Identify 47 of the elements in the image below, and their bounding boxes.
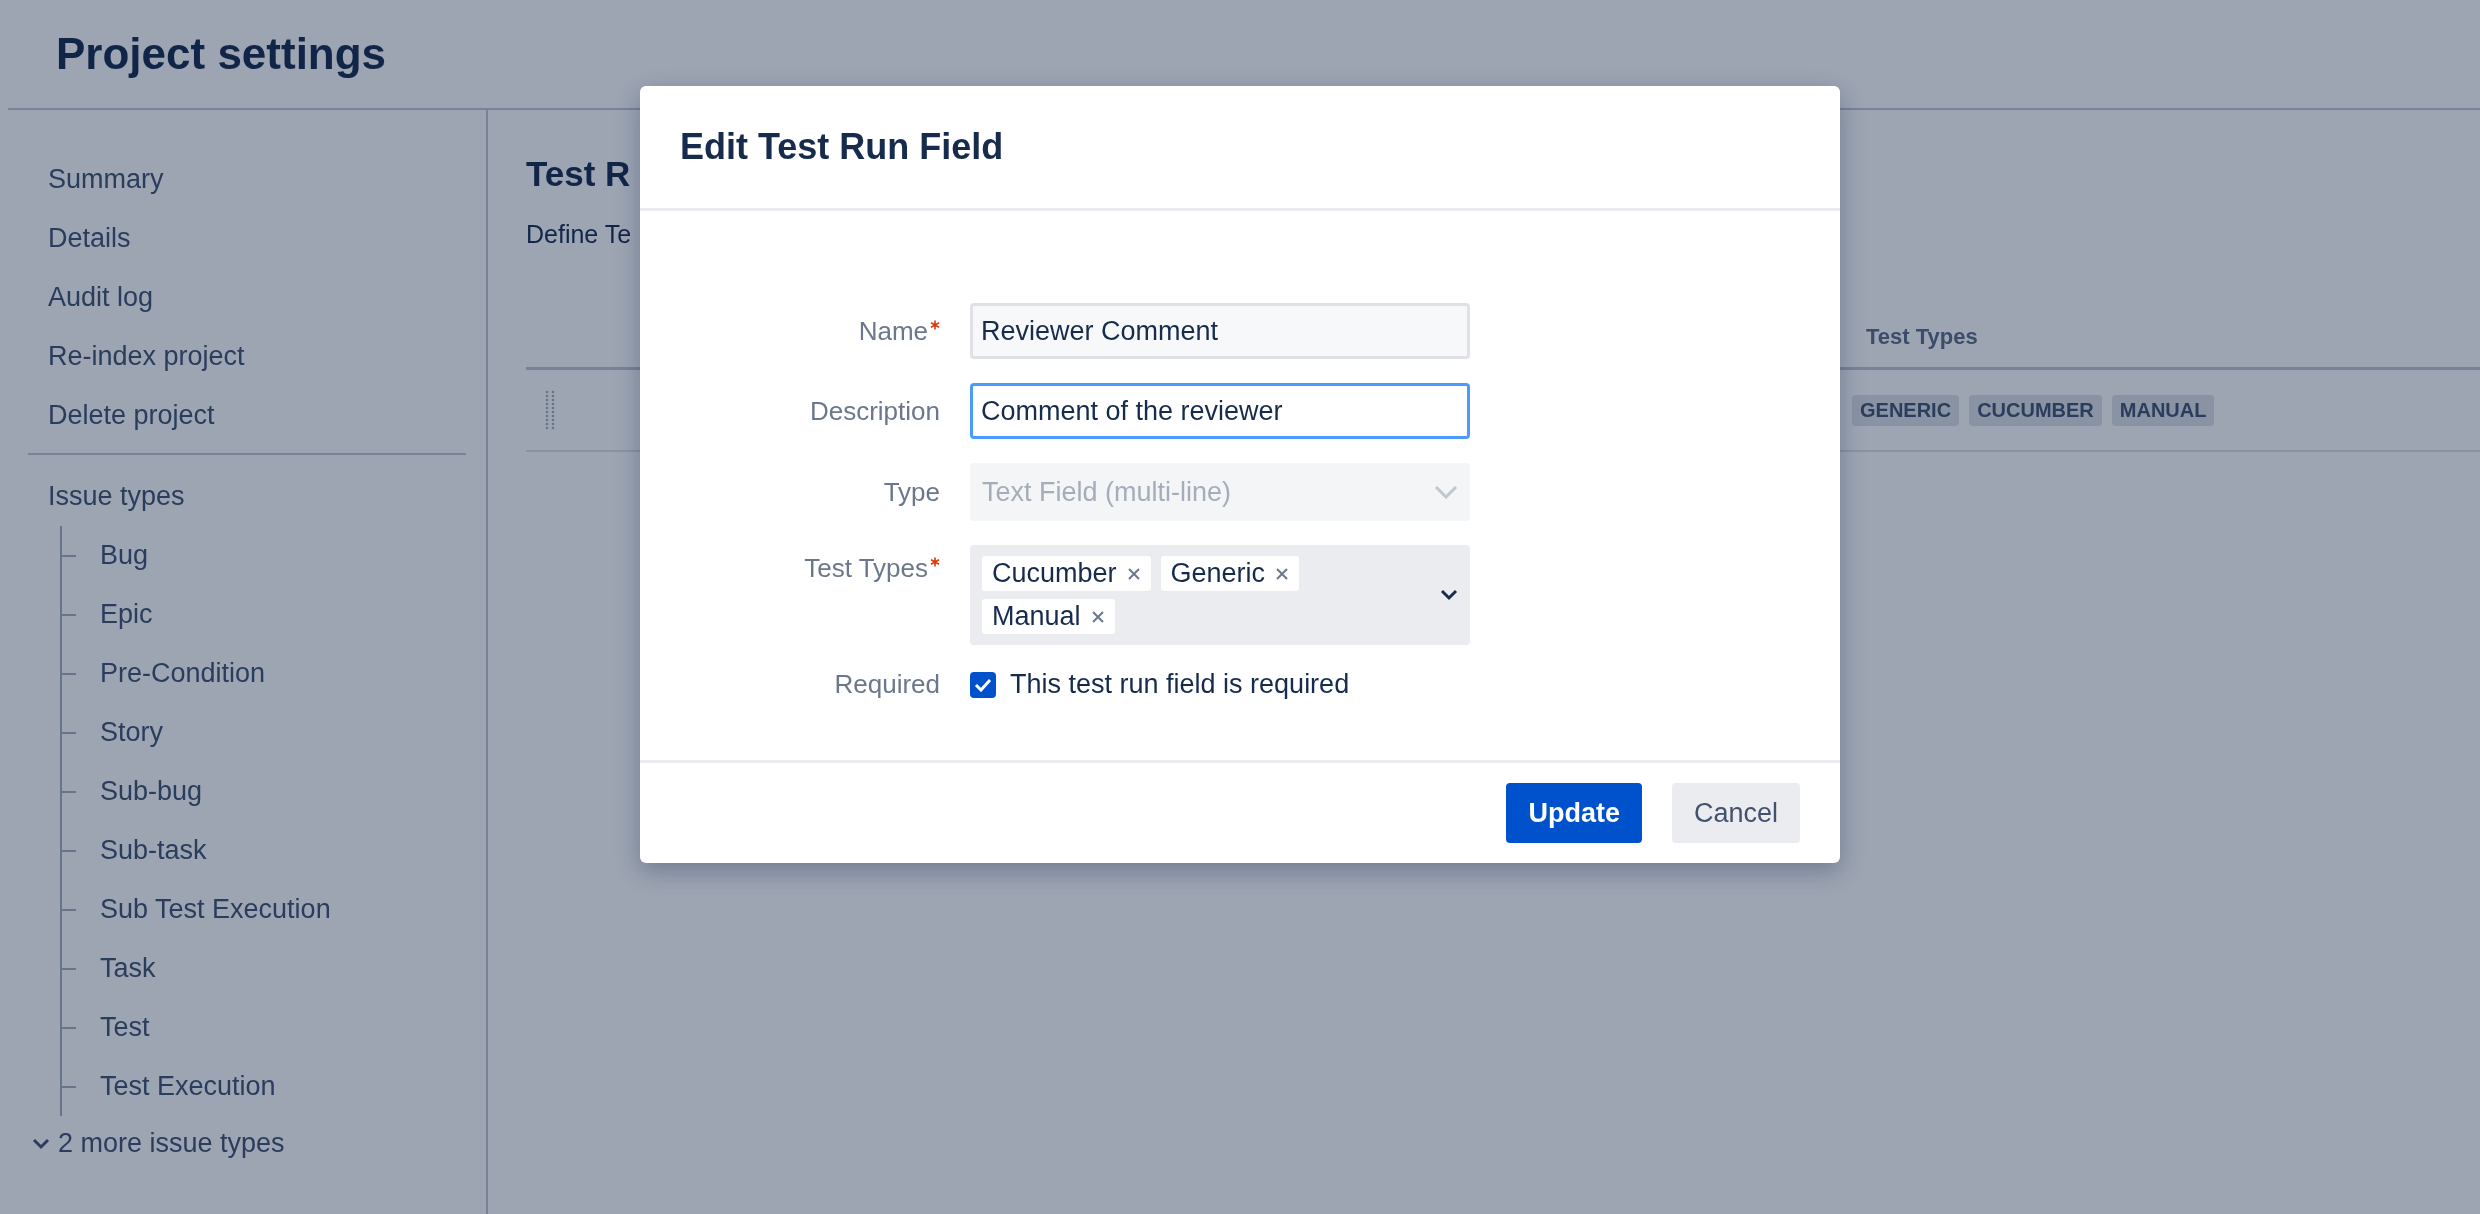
close-icon[interactable] [1126, 566, 1141, 581]
field-label: Required [834, 669, 940, 700]
sidebar-item[interactable]: Re-index project [28, 327, 466, 386]
text-field[interactable]: Reviewer Comment [970, 303, 1470, 359]
checkbox[interactable] [970, 671, 996, 698]
chevron-down-icon [1434, 485, 1458, 499]
sidebar-item[interactable]: Sub Test Execution [100, 894, 331, 925]
section-title: Issue types [47, 480, 186, 513]
sidebar-item[interactable]: Bug [100, 540, 149, 571]
sidebar-item[interactable]: Sub-bug [100, 776, 203, 807]
field-label: Description [809, 395, 940, 427]
tag-chip[interactable]: Cucumber [982, 556, 1151, 591]
sidebar-item[interactable]: Summary [28, 150, 466, 209]
field-label: Name [858, 315, 928, 347]
text-field[interactable]: Comment of the reviewer [970, 383, 1470, 439]
chevron-down-icon[interactable] [1440, 589, 1458, 601]
update-button[interactable]: Update [1506, 783, 1642, 843]
more-link[interactable]: 2 more issue types [58, 1128, 285, 1159]
field-label: Test Types [804, 553, 928, 584]
sidebar-item[interactable]: Test Execution [100, 1071, 276, 1102]
field-label: Type [883, 476, 940, 508]
sidebar-item[interactable]: Pre-Condition [100, 658, 266, 689]
dialog-title: Edit Test Run Field [680, 126, 1004, 168]
sidebar-item[interactable]: Sub-task [100, 835, 207, 866]
drag-handle-icon[interactable] [544, 390, 556, 430]
tag-chip[interactable]: Manual [982, 599, 1115, 634]
checkbox-label: This test run field is required [1010, 669, 1350, 700]
sidebar-item[interactable]: Story [100, 717, 164, 748]
close-icon[interactable] [1275, 566, 1290, 581]
cancel-button[interactable]: Cancel [1671, 783, 1800, 843]
sidebar-item[interactable]: Test [100, 1012, 150, 1043]
sidebar-item[interactable]: Audit log [28, 268, 466, 327]
sidebar-item[interactable]: Task [100, 953, 156, 984]
sidebar-item[interactable]: Details [28, 209, 466, 268]
test-type-tag: MANUAL [2111, 394, 2215, 426]
check-icon [974, 677, 992, 692]
section-heading: Test R [526, 154, 631, 194]
multi-select-field[interactable]: Cucumber Generic Manual [970, 545, 1470, 645]
column-header: Test Types [1866, 324, 1978, 350]
sidebar-item[interactable]: Epic [100, 599, 153, 630]
description-text: Define Te [526, 220, 632, 249]
close-icon[interactable] [1090, 609, 1105, 624]
test-type-tag: GENERIC [1852, 394, 1960, 426]
test-type-tag: CUCUMBER [1969, 394, 2102, 426]
sidebar-item[interactable]: Delete project [28, 386, 466, 445]
page-title: Project settings [56, 29, 387, 79]
tag-chip[interactable]: Generic [1160, 556, 1300, 591]
